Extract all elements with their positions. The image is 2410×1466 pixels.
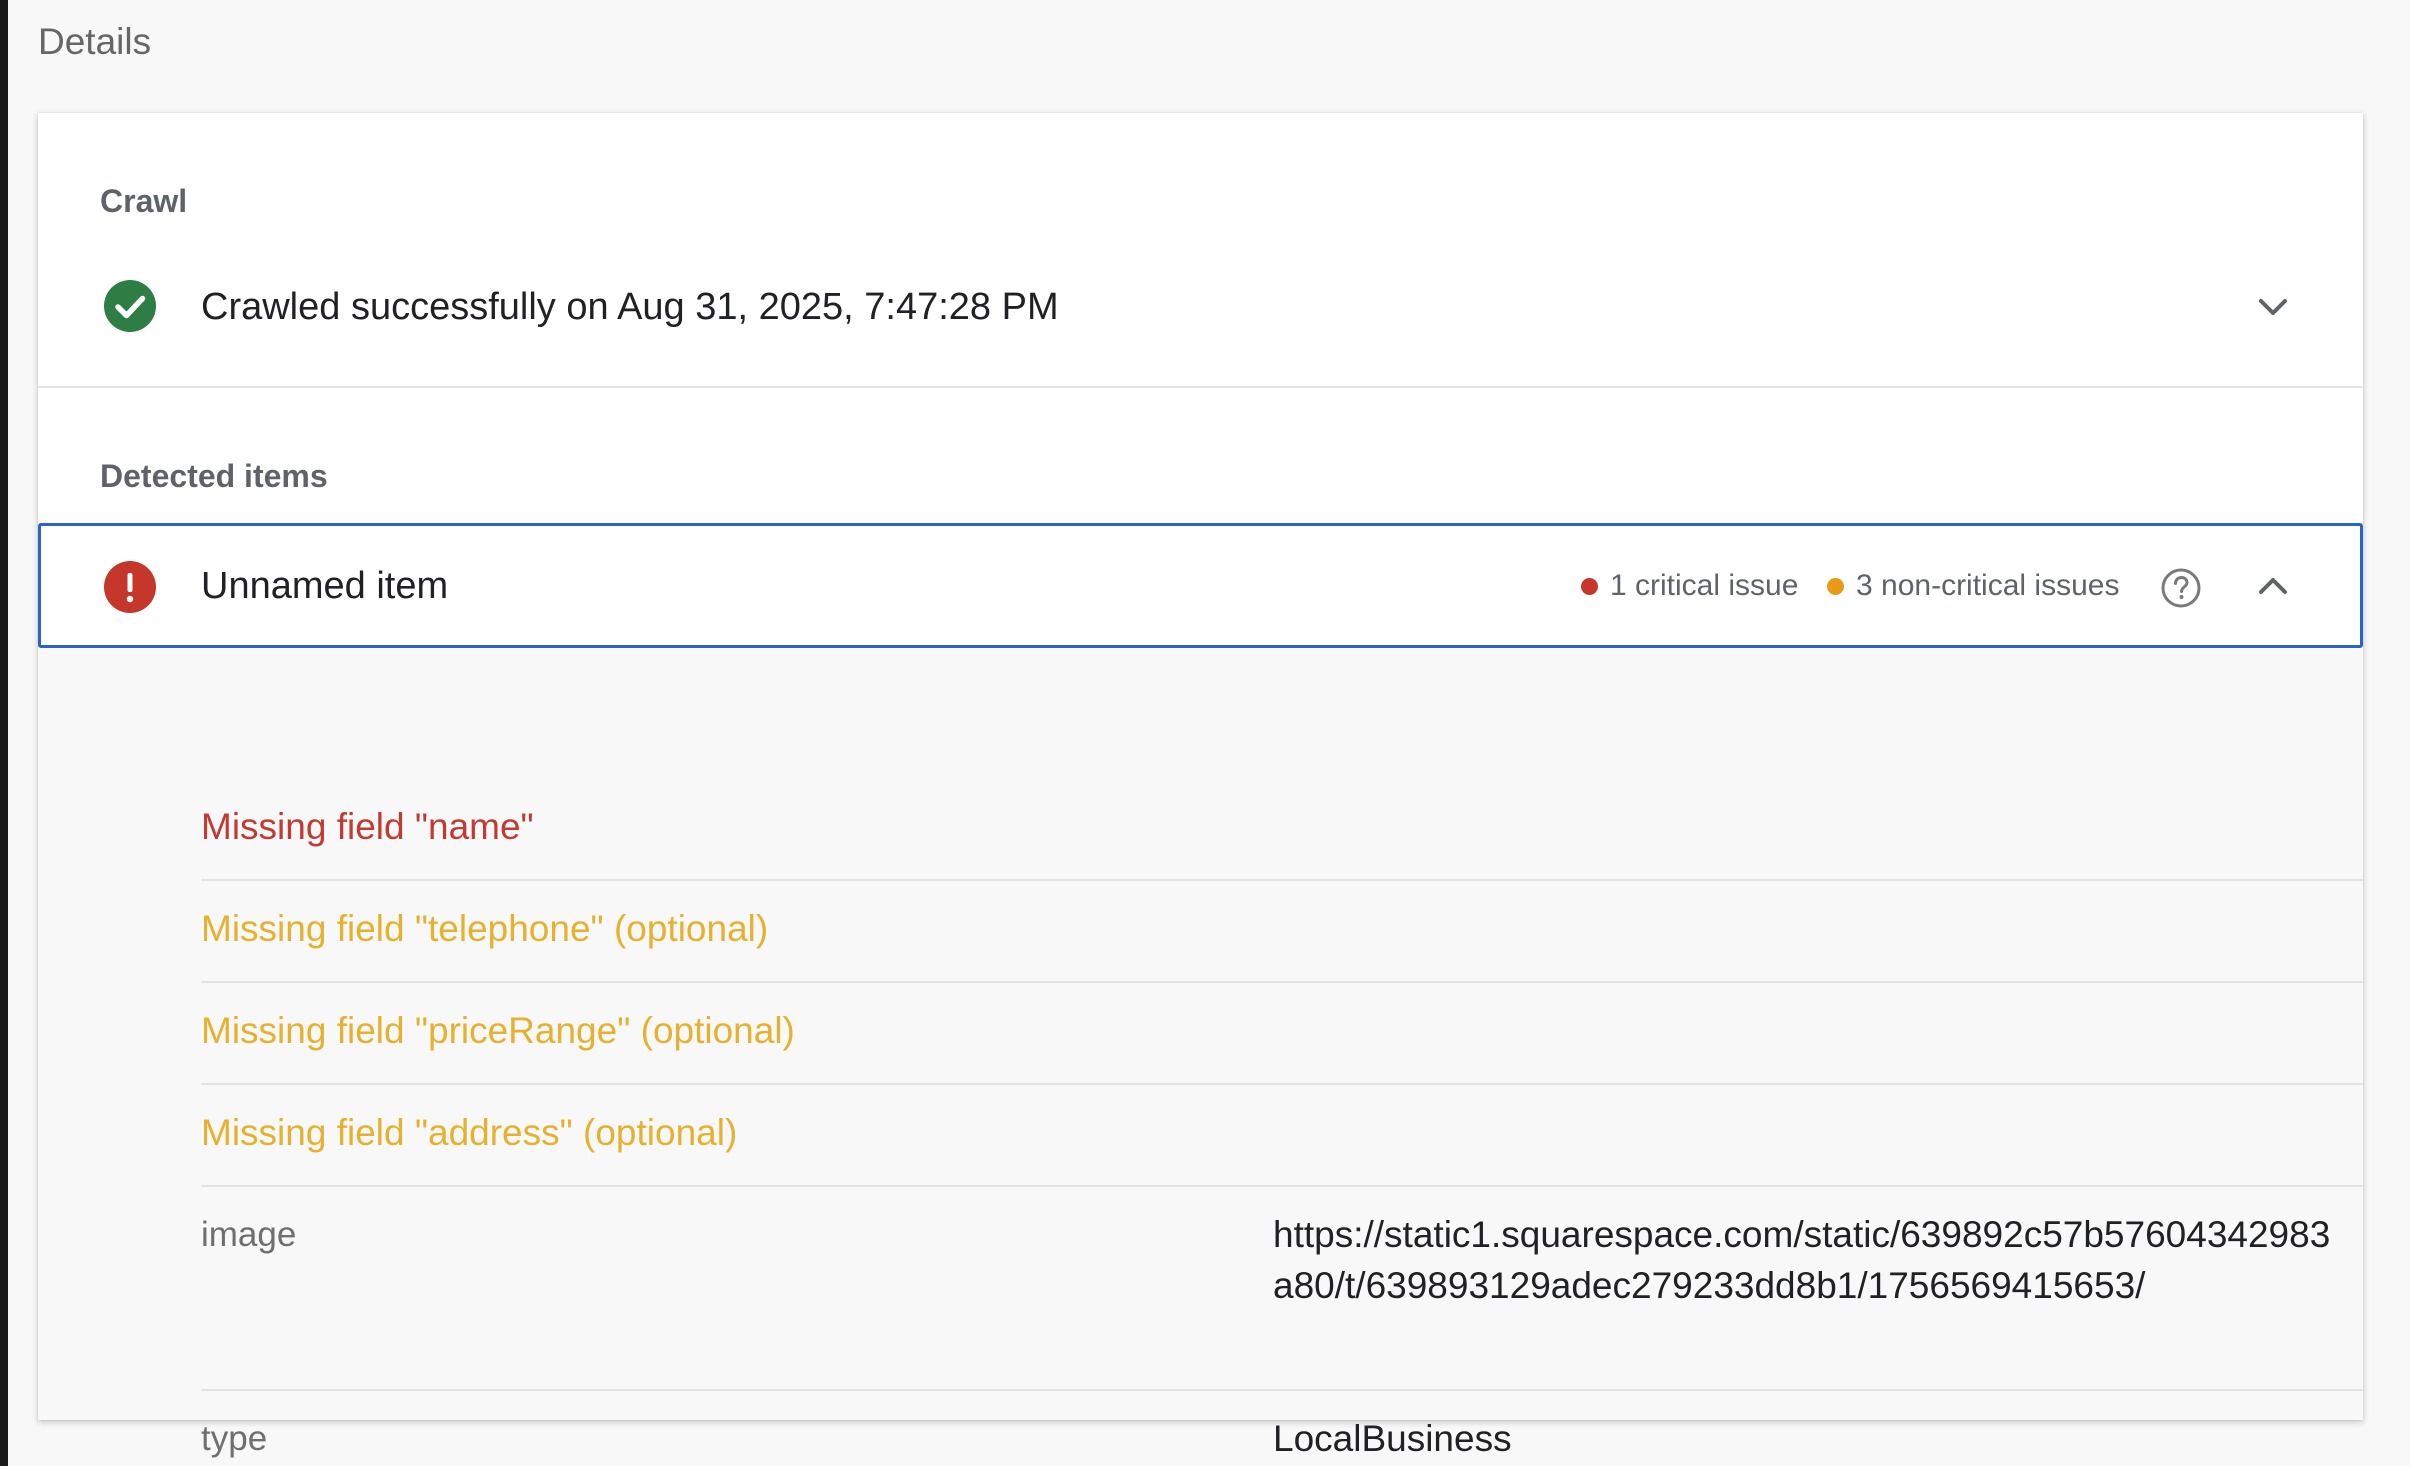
noncritical-issue-label: 3 non-critical issues xyxy=(1856,569,2120,602)
item-details: Missing field "name" Missing field "tele… xyxy=(38,648,2363,1459)
issue-missing-name[interactable]: Missing field "name" xyxy=(201,803,534,851)
property-name-image: image xyxy=(201,1215,297,1254)
row-divider xyxy=(201,1389,2363,1391)
critical-issue-label: 1 critical issue xyxy=(1610,569,1799,602)
noncritical-issue-count: 3 non-critical issues xyxy=(1827,566,2119,606)
critical-issue-count: 1 critical issue xyxy=(1581,566,1798,606)
section-divider xyxy=(38,386,2363,388)
chevron-up-icon[interactable] xyxy=(2251,564,2295,608)
page-title: Details xyxy=(38,21,152,62)
help-circle-icon[interactable] xyxy=(2159,566,2203,610)
check-circle-icon xyxy=(104,280,156,332)
crawl-section-label: Crawl xyxy=(100,183,188,219)
issue-missing-pricerange[interactable]: Missing field "priceRange" (optional) xyxy=(201,1007,795,1055)
row-divider xyxy=(201,1083,2363,1085)
detected-item-header[interactable]: Unnamed item 1 critical issue 3 non-crit… xyxy=(38,523,2363,648)
property-name-type: type xyxy=(201,1419,268,1458)
issue-missing-telephone[interactable]: Missing field "telephone" (optional) xyxy=(201,905,768,953)
property-value-image: https://static1.squarespace.com/static/6… xyxy=(1273,1214,2331,1306)
chevron-down-icon[interactable] xyxy=(2251,285,2295,329)
property-value-type: LocalBusiness xyxy=(1273,1418,1512,1459)
detected-items-label: Detected items xyxy=(100,458,328,494)
window-left-edge xyxy=(0,0,8,1466)
detected-item-title: Unnamed item xyxy=(201,565,449,607)
row-divider xyxy=(201,1185,2363,1187)
details-card: Crawl Crawled successfully on Aug 31, 20… xyxy=(38,113,2363,1459)
issue-missing-address[interactable]: Missing field "address" (optional) xyxy=(201,1109,737,1157)
noncritical-dot-icon xyxy=(1827,577,1844,595)
crawl-status-text: Crawled successfully on Aug 31, 2025, 7:… xyxy=(201,286,1059,328)
critical-dot-icon xyxy=(1581,577,1598,595)
error-circle-icon xyxy=(104,561,156,613)
row-divider xyxy=(201,879,2363,881)
row-divider xyxy=(201,981,2363,983)
